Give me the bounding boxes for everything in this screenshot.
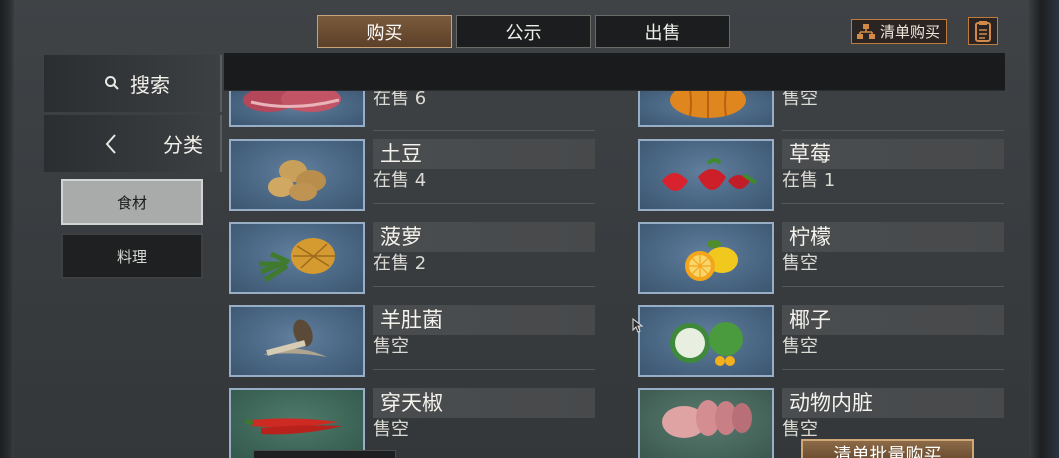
search-button[interactable]: 搜索 (44, 55, 222, 112)
search-field[interactable] (224, 53, 1005, 91)
item-status: 售空 (782, 336, 818, 357)
item-name: 穿天椒 (373, 388, 595, 418)
list-item[interactable]: 羊肚菌 售空 (229, 305, 599, 381)
window-frame-left (0, 0, 14, 458)
item-divider (782, 130, 1004, 131)
clipboard-button[interactable] (968, 17, 998, 45)
item-name: 柠檬 (782, 222, 1004, 252)
item-status: 售空 (782, 88, 818, 109)
tab-buy[interactable]: 购买 (317, 15, 452, 48)
tab-announcement[interactable]: 公示 (456, 15, 591, 48)
strawberry-icon (638, 139, 774, 211)
item-divider (373, 203, 595, 204)
item-name: 动物内脏 (782, 388, 1004, 418)
item-status: 在售 2 (373, 253, 427, 274)
list-item[interactable]: 穿天椒 售空 (229, 388, 599, 458)
meat-icon (229, 86, 365, 127)
potato-icon (229, 139, 365, 211)
list-item[interactable]: 柠檬 售空 (638, 222, 1008, 298)
item-status: 在售 1 (782, 170, 836, 191)
item-name: 草莓 (782, 139, 1004, 169)
item-divider (782, 203, 1004, 204)
item-divider (782, 286, 1004, 287)
morel-icon (229, 305, 365, 377)
item-status: 售空 (782, 419, 818, 440)
tab-bar: 购买 公示 出售 (317, 15, 730, 48)
item-name: 菠萝 (373, 222, 595, 252)
item-status: 售空 (373, 419, 409, 440)
category-button[interactable]: 分类 (44, 115, 222, 172)
offal-icon (638, 388, 774, 458)
item-status: 售空 (373, 336, 409, 357)
search-icon (105, 76, 119, 90)
list-item[interactable]: 土豆 在售 4 (229, 139, 599, 215)
quantity-stepper[interactable] (253, 450, 396, 458)
list-item[interactable]: 菠萝 在售 2 (229, 222, 599, 298)
item-divider (373, 286, 595, 287)
chili-pepper-icon (229, 388, 365, 458)
category-label: 分类 (163, 133, 203, 157)
subcategory-dishes[interactable]: 料理 (61, 233, 203, 279)
item-divider (373, 369, 595, 370)
search-label: 搜索 (130, 73, 170, 97)
window-frame-right (1029, 0, 1059, 458)
subcategory-ingredients[interactable]: 食材 (61, 179, 203, 225)
clipboard-icon (975, 21, 991, 42)
item-status: 在售 4 (373, 170, 427, 191)
list-item[interactable]: 草莓 在售 1 (638, 139, 1008, 215)
list-buy-button[interactable]: 清单购买 (851, 19, 948, 44)
item-status: 售空 (782, 253, 818, 274)
item-name: 椰子 (782, 305, 1004, 335)
list-buy-label: 清单购买 (880, 23, 941, 41)
item-divider (373, 130, 595, 131)
list-item[interactable]: 椰子 售空 (638, 305, 1008, 381)
item-name: 土豆 (373, 139, 595, 169)
item-status: 在售 6 (373, 88, 427, 109)
batch-buy-button[interactable]: 清单批量购买 (801, 439, 974, 458)
item-divider (782, 369, 1004, 370)
pumpkin-icon (638, 82, 774, 127)
item-name: 羊肚菌 (373, 305, 595, 335)
lemon-icon (638, 222, 774, 294)
chevron-left-icon (105, 134, 116, 154)
pineapple-icon (229, 222, 365, 294)
coconut-icon (638, 305, 774, 377)
org-chart-icon (857, 24, 875, 39)
tab-sell[interactable]: 出售 (595, 15, 730, 48)
mouse-cursor-icon (632, 318, 644, 333)
